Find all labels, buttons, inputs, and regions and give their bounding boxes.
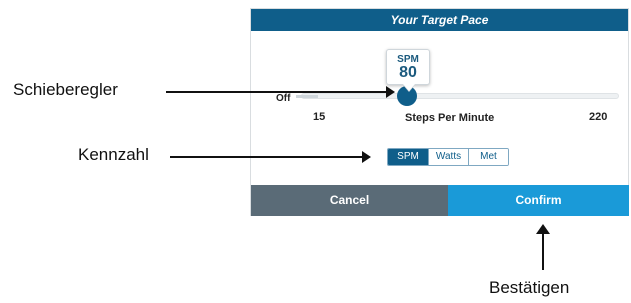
- dialog-title: Your Target Pace: [251, 9, 628, 31]
- slider-callout-arrowhead: [386, 86, 395, 98]
- off-label: Off: [276, 93, 291, 104]
- off-tick: [296, 95, 318, 98]
- confirm-callout-label: Bestätigen: [489, 278, 570, 297]
- metric-option-watts[interactable]: Watts: [428, 149, 468, 165]
- metric-option-spm[interactable]: SPM: [388, 149, 428, 165]
- metric-callout-label: Kennzahl: [78, 145, 149, 164]
- metric-callout-arrowhead: [362, 151, 371, 163]
- confirm-button[interactable]: Confirm: [448, 185, 629, 216]
- metric-option-met[interactable]: Met: [468, 149, 508, 165]
- slider-axis-label: Steps Per Minute: [405, 112, 495, 124]
- tooltip-value: 80: [399, 64, 417, 81]
- slider-track[interactable]: [301, 93, 619, 99]
- value-tooltip: SPM 80: [386, 49, 430, 91]
- metric-toggle: SPM Watts Met: [387, 148, 509, 166]
- cancel-button[interactable]: Cancel: [251, 185, 448, 216]
- slider-min-label: 15: [313, 111, 326, 123]
- slider-callout-line: [166, 91, 388, 93]
- slider-max-label: 220: [589, 111, 608, 123]
- confirm-callout-line: [542, 232, 544, 270]
- metric-callout-line: [170, 156, 364, 158]
- slider-callout-label: Schieberegler: [13, 80, 118, 99]
- tooltip-caret: [403, 84, 415, 91]
- pace-dialog: Your Target Pace Off SPM 80 15 Steps Per…: [250, 8, 629, 216]
